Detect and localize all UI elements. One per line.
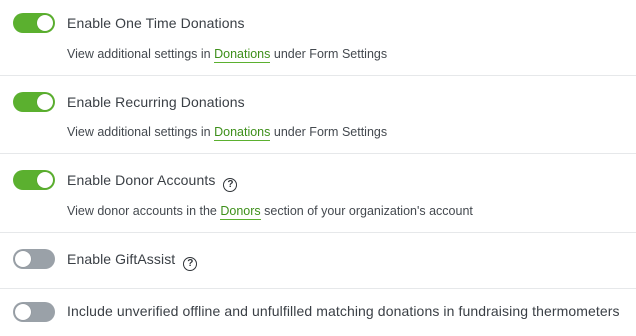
description-text: section of your organization's account xyxy=(260,204,473,218)
toggle-knob xyxy=(37,172,53,188)
description-text: under Form Settings xyxy=(270,125,388,139)
gift-assist-toggle[interactable] xyxy=(13,249,55,269)
description-text: View donor accounts in the xyxy=(67,204,221,218)
toggle-knob xyxy=(37,15,53,31)
recurring-donations-label: Enable Recurring Donations xyxy=(67,94,245,110)
question-circle-icon[interactable]: ? xyxy=(183,257,198,271)
one-time-donations-description: View additional settings in Donations un… xyxy=(67,47,388,63)
donor-accounts-label: Enable Donor Accounts xyxy=(67,172,216,188)
donations-link[interactable]: Donations xyxy=(214,125,271,141)
description-text: under Form Settings xyxy=(270,47,388,61)
unverified-matching-label: Include unverified offline and unfulfill… xyxy=(67,303,620,319)
recurring-donations-description: View additional settings in Donations un… xyxy=(67,125,388,141)
divider xyxy=(0,75,636,76)
question-circle-icon[interactable]: ? xyxy=(223,178,238,192)
donor-accounts-toggle[interactable] xyxy=(13,170,55,190)
donors-link[interactable]: Donors xyxy=(220,204,261,220)
donations-link[interactable]: Donations xyxy=(214,47,271,63)
toggle-knob xyxy=(37,94,53,110)
description-text: View additional settings in xyxy=(67,47,215,61)
one-time-donations-label: Enable One Time Donations xyxy=(67,15,245,31)
toggle-knob xyxy=(15,251,31,267)
gift-assist-label: Enable GiftAssist xyxy=(67,251,176,267)
description-text: View additional settings in xyxy=(67,125,215,139)
donation-settings-list: Enable One Time Donations View additiona… xyxy=(0,0,636,336)
gift-assist-row-label: Enable GiftAssist? xyxy=(67,251,198,271)
unverified-matching-toggle[interactable] xyxy=(13,302,55,322)
divider xyxy=(0,288,636,289)
toggle-knob xyxy=(15,304,31,320)
divider xyxy=(0,153,636,154)
donor-accounts-row-label: Enable Donor Accounts? xyxy=(67,172,238,192)
one-time-donations-toggle[interactable] xyxy=(13,13,55,33)
donor-accounts-description: View donor accounts in the Donors sectio… xyxy=(67,204,473,220)
divider xyxy=(0,232,636,233)
recurring-donations-toggle[interactable] xyxy=(13,92,55,112)
